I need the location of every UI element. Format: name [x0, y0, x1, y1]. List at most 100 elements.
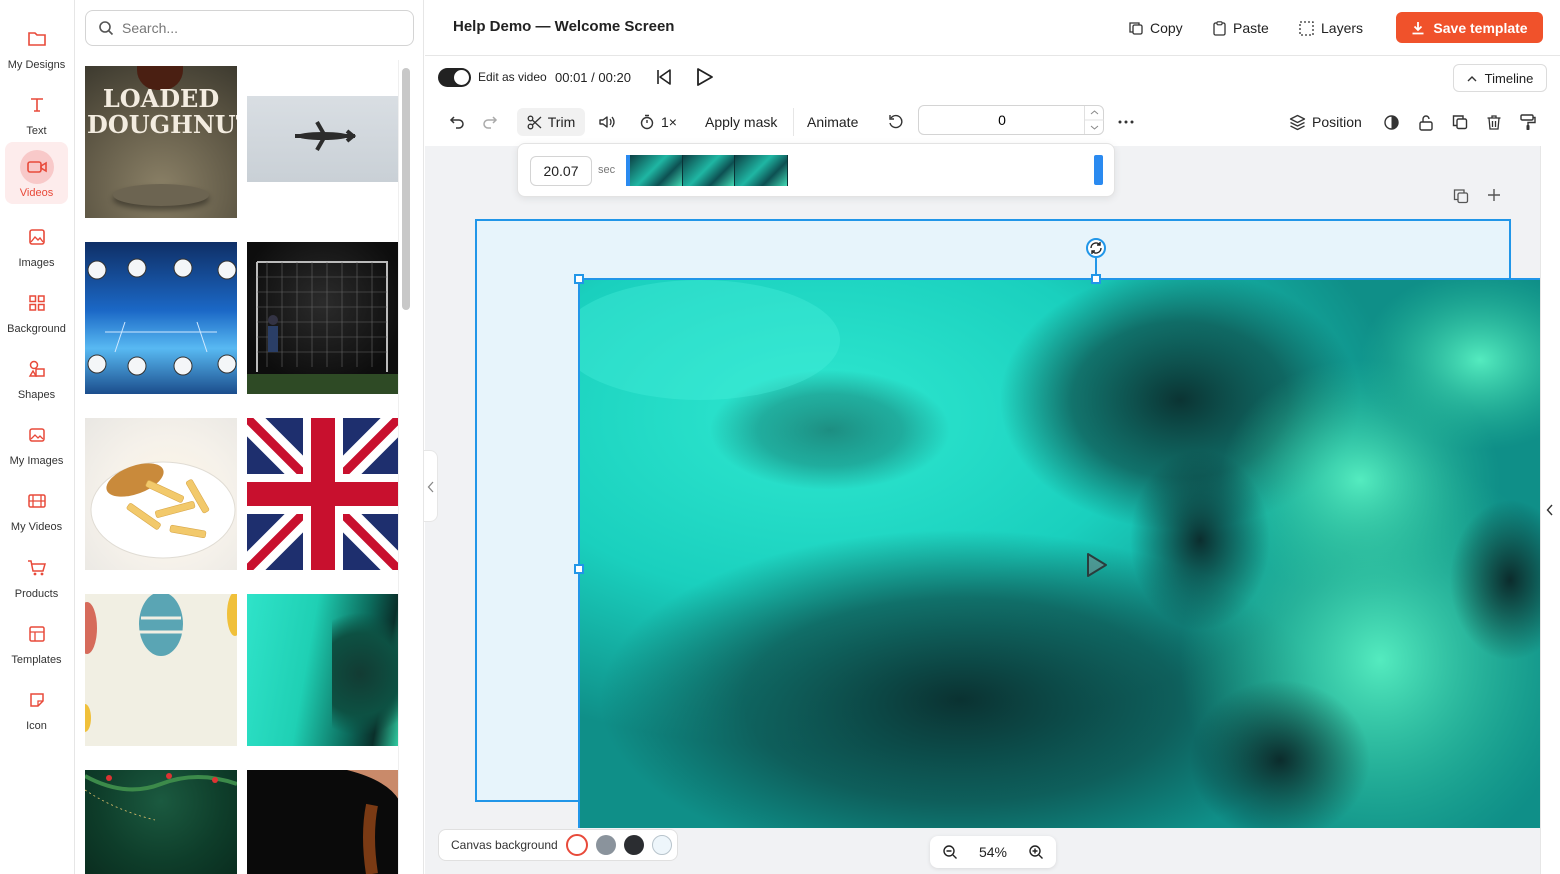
duration-field[interactable]: 20.07 — [530, 156, 592, 186]
grid-icon — [20, 286, 54, 320]
animate-label: Animate — [807, 114, 859, 130]
video-icon — [19, 150, 54, 184]
undo-icon — [449, 116, 464, 129]
zoom-in-icon — [1029, 845, 1043, 859]
video-thumbnail-plane[interactable] — [247, 96, 399, 182]
edit-as-video-toggle[interactable] — [438, 68, 471, 87]
rotation-stepper[interactable] — [1084, 106, 1104, 134]
sidebar-item-text[interactable]: Text — [5, 80, 68, 142]
format-painter-button[interactable] — [1519, 108, 1537, 136]
trim-end-handle[interactable] — [1094, 155, 1103, 185]
video-thumbnail-doughnuts[interactable]: LOADED DOUGHNUTS — [85, 66, 237, 218]
play-button[interactable] — [694, 67, 714, 87]
thumbnail-art — [113, 184, 209, 206]
sidebar-item-my-designs[interactable]: My Designs — [5, 14, 68, 76]
chevron-up-icon — [1467, 75, 1477, 82]
sidebar-item-my-videos[interactable]: My Videos — [5, 476, 68, 538]
sidebar-item-images[interactable]: Images — [5, 212, 68, 274]
add-page-button[interactable] — [1487, 188, 1501, 202]
volume-button[interactable] — [598, 108, 616, 136]
chevron-left-icon — [427, 481, 434, 493]
zoom-control: 54% — [930, 836, 1056, 868]
skip-back-button[interactable] — [655, 68, 673, 86]
video-thumbnail-fish-chips[interactable] — [85, 418, 237, 570]
filmstrip-frame — [682, 155, 736, 186]
header: Help Demo — Welcome Screen Copy Paste La… — [425, 0, 1560, 56]
collapse-panel-button[interactable] — [424, 450, 438, 522]
resize-handle-top-left[interactable] — [574, 274, 584, 284]
sidebar-item-icon[interactable]: Icon — [5, 675, 68, 737]
save-label: Save template — [1433, 19, 1528, 36]
sidebar-item-label: Icon — [26, 720, 47, 732]
sidebar-item-label: My Designs — [7, 59, 66, 71]
video-element[interactable] — [578, 278, 1540, 828]
sidebar-item-products[interactable]: Products — [5, 543, 68, 605]
zoom-level: 54% — [978, 844, 1008, 860]
apply-mask-button[interactable]: Apply mask — [705, 108, 777, 136]
expand-right-panel-button[interactable] — [1546, 504, 1554, 516]
play-icon — [1087, 553, 1107, 577]
opacity-button[interactable] — [1383, 108, 1400, 136]
rotate-button[interactable] — [888, 108, 904, 136]
flag-icon — [247, 418, 399, 570]
sidebar-item-templates[interactable]: Templates — [5, 609, 68, 671]
rotation-field[interactable] — [918, 105, 1104, 135]
search-input[interactable] — [122, 20, 392, 36]
duplicate-page-button[interactable] — [1453, 188, 1469, 204]
download-icon — [1411, 21, 1425, 35]
layers-button[interactable]: Layers — [1299, 14, 1363, 42]
video-thumbnail-green-smoke[interactable] — [247, 594, 399, 746]
time-separator: / — [591, 70, 595, 85]
lock-button[interactable] — [1418, 108, 1434, 136]
duplicate-button[interactable] — [1452, 108, 1468, 136]
zoom-out-icon — [943, 845, 957, 859]
swatch-dark[interactable] — [623, 835, 644, 855]
timeline-button[interactable]: Timeline — [1453, 64, 1547, 92]
search-box[interactable] — [85, 10, 414, 46]
video-play-button[interactable] — [1086, 552, 1108, 578]
speed-button[interactable]: 1× — [639, 108, 677, 136]
video-thumbnail-stadium[interactable] — [85, 242, 237, 394]
sidebar-item-shapes[interactable]: Shapes — [5, 344, 68, 406]
redo-button[interactable] — [482, 108, 498, 136]
scroll-track — [398, 60, 399, 874]
video-thumbnail-union-jack[interactable] — [247, 418, 399, 570]
resize-handle-left[interactable] — [574, 564, 584, 574]
swatch-gray[interactable] — [595, 835, 616, 855]
copy-button[interactable]: Copy — [1129, 14, 1183, 42]
video-thumbnail-easter-eggs[interactable] — [85, 594, 237, 746]
more-options-button[interactable] — [1118, 108, 1134, 136]
scrollbar[interactable] — [402, 68, 410, 310]
trim-label: Trim — [547, 114, 576, 130]
food-icon — [90, 461, 236, 559]
trim-filmstrip[interactable] — [626, 155, 789, 186]
video-thumbnail-goal[interactable] — [247, 242, 399, 394]
video-thumbnail-pour[interactable] — [247, 770, 399, 874]
undo-button[interactable] — [449, 108, 465, 136]
sidebar-item-background[interactable]: Background — [5, 278, 68, 340]
swatch-light-blue[interactable] — [651, 835, 672, 855]
sidebar-item-my-images[interactable]: My Images — [5, 410, 68, 472]
zoom-out-button[interactable] — [942, 844, 958, 860]
text-icon — [20, 88, 54, 122]
rotate-stem — [1095, 256, 1097, 276]
toolbar-divider — [793, 108, 794, 136]
sidebar-item-videos[interactable]: Videos — [5, 142, 68, 204]
sidebar-item-label: My Videos — [10, 521, 63, 533]
swatch-white[interactable] — [565, 834, 588, 856]
rotation-input[interactable] — [919, 106, 1085, 134]
rotate-handle[interactable] — [1086, 238, 1106, 258]
animate-button[interactable]: Animate — [807, 108, 858, 136]
search-icon — [98, 20, 114, 36]
stack-icon — [1289, 114, 1306, 130]
trim-button[interactable]: Trim — [517, 108, 585, 136]
paste-button[interactable]: Paste — [1213, 14, 1269, 42]
shapes-icon — [20, 352, 54, 386]
position-button[interactable]: Position — [1289, 108, 1362, 136]
video-thumbnail-christmas[interactable] — [85, 770, 237, 874]
unlock-icon — [1419, 114, 1433, 131]
save-template-button[interactable]: Save template — [1396, 12, 1543, 43]
thumbnail-title: LOADED DOUGHNUTS — [87, 84, 237, 139]
delete-button[interactable] — [1486, 108, 1502, 136]
zoom-in-button[interactable] — [1028, 844, 1044, 860]
